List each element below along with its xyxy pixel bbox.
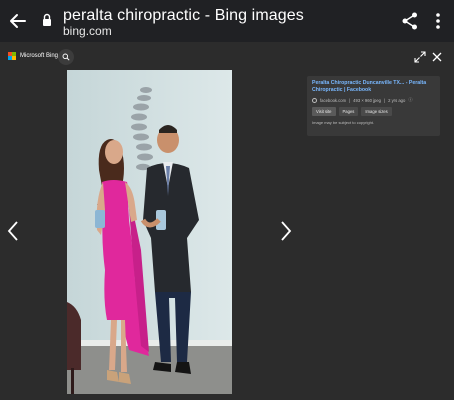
share-icon[interactable]	[402, 12, 418, 30]
image-age: 2 yrs ago	[388, 97, 406, 103]
main-image[interactable]	[67, 70, 232, 394]
page-title[interactable]: peralta chiropractic - Bing images	[63, 7, 304, 25]
page-domain[interactable]: bing.com	[63, 24, 112, 38]
search-icon	[62, 53, 70, 61]
image-viewer: Microsoft Bing Peralta Chiropractic Dunc…	[0, 42, 454, 400]
expand-icon[interactable]	[414, 51, 426, 63]
image-dimensions: 493 × 960 jpeg	[353, 97, 381, 103]
image-sizes-button[interactable]: Image sizes	[361, 107, 392, 116]
image-meta: facebook.com | 493 × 960 jpeg | 2 yrs ag…	[312, 97, 435, 103]
pages-button[interactable]: Pages	[338, 107, 359, 116]
back-arrow-icon[interactable]	[8, 11, 28, 31]
panel-actions: Visit site Pages Image sizes	[312, 107, 435, 116]
globe-icon	[312, 97, 317, 103]
image-info-panel: Peralta Chiropractic Duncanville TX... -…	[307, 76, 440, 136]
source-title-link[interactable]: Peralta Chiropractic Duncanville TX... -…	[312, 80, 435, 94]
microsoft-logo-icon	[8, 52, 16, 60]
chevron-right-icon[interactable]	[279, 220, 293, 242]
lock-icon	[43, 13, 51, 26]
browser-toolbar: peralta chiropractic - Bing images bing.…	[0, 0, 454, 42]
info-icon[interactable]: ⓘ	[408, 97, 412, 103]
photo-illustration	[67, 70, 232, 394]
more-vert-icon[interactable]	[433, 12, 443, 30]
bing-logo[interactable]: Microsoft Bing	[8, 52, 58, 60]
copyright-note: Image may be subject to copyright.	[312, 120, 375, 125]
chevron-left-icon[interactable]	[6, 220, 20, 242]
search-button[interactable]	[58, 49, 74, 65]
bing-brand-text: Microsoft Bing	[20, 53, 59, 59]
visit-site-button[interactable]: Visit site	[312, 107, 336, 116]
source-domain[interactable]: facebook.com	[320, 98, 346, 103]
close-icon[interactable]	[431, 51, 443, 63]
